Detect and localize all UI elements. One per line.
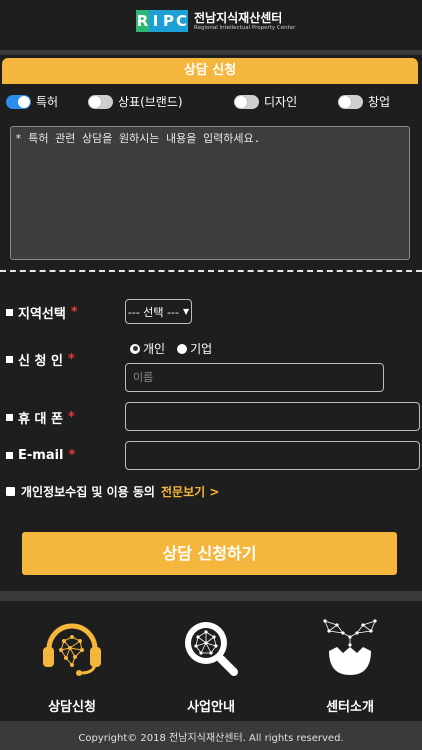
- privacy-full-text-link[interactable]: 전문보기 >: [161, 483, 219, 500]
- privacy-consent: 개인정보수집 및 이용 동의 전문보기 >: [6, 483, 219, 500]
- submit-button[interactable]: 상담 신청하기: [22, 532, 397, 575]
- radio-button[interactable]: [177, 343, 188, 354]
- phone-label: 휴 대 폰 *: [6, 408, 75, 427]
- applicant-type-radios: 개인 기업: [130, 340, 212, 357]
- logo-letter: I: [149, 10, 162, 32]
- nav-label: 상담신청: [48, 700, 96, 715]
- nav-label: 센터소개: [326, 700, 374, 715]
- nav-item-business[interactable]: 사업안내: [141, 601, 281, 721]
- logo-letter: R: [136, 10, 149, 32]
- toggle-startup[interactable]: 창업: [338, 93, 390, 110]
- email-input[interactable]: [125, 441, 420, 470]
- region-select-value: --- 선택 ---: [127, 305, 179, 319]
- phone-input[interactable]: [125, 402, 420, 431]
- logo[interactable]: R I P C 전남지식재산센터 Regional Intellectual P…: [136, 10, 295, 32]
- category-toggles: 특허 상표(브랜드) 디자인 창업: [0, 93, 422, 113]
- radio-button[interactable]: [130, 343, 140, 354]
- nav-item-about[interactable]: 센터소개: [280, 601, 420, 721]
- consult-content-textarea[interactable]: [10, 126, 410, 260]
- toggle-trademark[interactable]: 상표(브랜드): [88, 93, 183, 110]
- radio-label: 개인: [143, 342, 166, 356]
- applicant-label: 신 청 인 *: [6, 350, 75, 369]
- toggle-switch[interactable]: [88, 94, 113, 109]
- radio-company[interactable]: 기업: [177, 340, 212, 357]
- toggle-design[interactable]: 디자인: [234, 93, 297, 110]
- chevron-down-icon: ▼: [182, 307, 190, 316]
- magnifier-icon: [185, 622, 238, 676]
- toggle-patent[interactable]: 특허: [6, 93, 58, 110]
- radio-personal[interactable]: 개인: [130, 340, 165, 357]
- email-label: E-mail *: [6, 448, 75, 463]
- consult-form-panel: 상담 신청 특허 상표(브랜드) 디자인 창업 지역선택* --- 선택 ---…: [0, 55, 422, 591]
- nav-label: 사업안내: [187, 700, 235, 715]
- sprout-icon: [323, 619, 377, 675]
- site-subtitle: Regional Intellectual Property Center: [194, 24, 296, 31]
- privacy-text: 개인정보수집 및 이용 동의: [21, 485, 155, 499]
- headset-icon: [43, 623, 101, 676]
- logo-letter: P: [162, 10, 175, 32]
- bottom-nav: 상담신청 사업안내 센터소개: [0, 601, 422, 721]
- form-title: 상담 신청: [2, 58, 418, 84]
- logo-mark: R I P C: [136, 10, 188, 32]
- logo-letter: C: [175, 10, 188, 32]
- toggle-label: 디자인: [264, 95, 298, 109]
- nav-item-consult[interactable]: 상담신청: [2, 601, 142, 721]
- toggle-label: 특허: [36, 95, 59, 109]
- radio-label: 기업: [190, 342, 213, 356]
- toggle-switch[interactable]: [338, 94, 363, 109]
- toggle-switch[interactable]: [6, 94, 31, 109]
- region-select[interactable]: --- 선택 --- ▼: [125, 299, 192, 324]
- privacy-checkbox[interactable]: [6, 487, 15, 496]
- toggle-label: 창업: [368, 95, 391, 109]
- footer-copyright: Copyright© 2018 전남지식재산센터. All rights res…: [78, 733, 344, 744]
- site-title: 전남지식재산센터: [194, 10, 283, 25]
- header: R I P C 전남지식재산센터 Regional Intellectual P…: [0, 0, 422, 50]
- region-label: 지역선택 *: [6, 303, 78, 322]
- toggle-label: 상표(브랜드): [118, 95, 183, 109]
- toggle-switch[interactable]: [234, 94, 259, 109]
- name-input[interactable]: [125, 363, 384, 392]
- divider: [0, 270, 422, 272]
